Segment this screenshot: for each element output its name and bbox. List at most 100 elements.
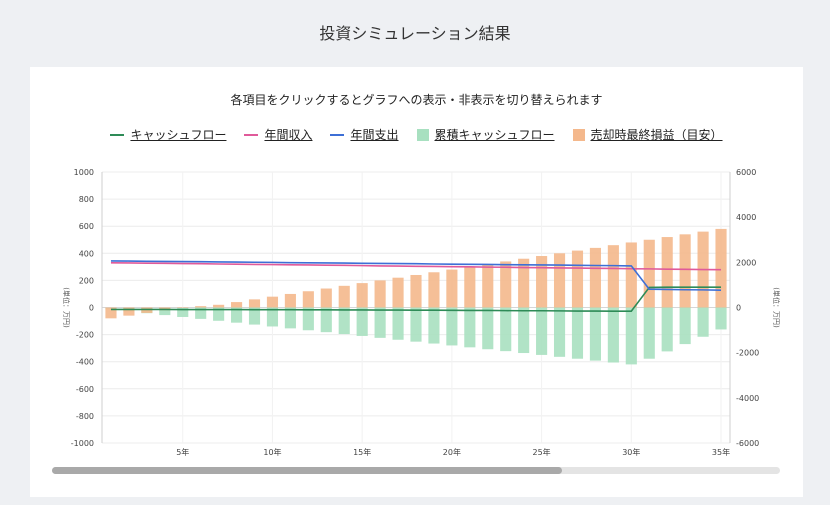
legend-item-cashflow[interactable]: キャッシュフロー	[110, 126, 226, 143]
bar-cumulative-cashflow	[320, 307, 332, 333]
x-tick-label: 30年	[622, 447, 640, 457]
legend-item-annual-income[interactable]: 年間収入	[244, 126, 312, 143]
x-tick-label: 25年	[533, 447, 551, 457]
x-tick-label: 20年	[443, 447, 461, 457]
bar-cumulative-cashflow	[428, 307, 440, 344]
bar-final-profit	[231, 302, 243, 308]
bar-final-profit	[715, 228, 727, 308]
y-right-tick-label: -6000	[736, 439, 759, 448]
bar-final-profit	[338, 285, 350, 308]
y-right-tick-label: -2000	[736, 349, 759, 358]
bar-final-profit	[141, 307, 153, 313]
bar-cumulative-cashflow	[625, 307, 637, 365]
chart-scrollbar-track[interactable]	[52, 467, 780, 474]
bar-final-profit	[320, 288, 332, 308]
page-title: 投資シミュレーション結果	[319, 24, 511, 43]
bar-cumulative-cashflow	[446, 307, 458, 346]
bar-cumulative-cashflow	[697, 307, 709, 337]
bar-final-profit	[248, 299, 261, 308]
bar-final-profit	[464, 266, 476, 308]
bar-cumulative-cashflow	[410, 307, 422, 342]
y-left-tick-label: 1000	[74, 168, 94, 177]
bar-cumulative-cashflow	[661, 307, 673, 352]
bar-final-profit	[446, 269, 458, 308]
bar-final-profit	[661, 237, 673, 308]
y-right-tick-label: 4000	[736, 213, 756, 222]
legend-label-cashflow: キャッシュフロー	[130, 128, 227, 142]
bar-final-profit	[518, 258, 530, 308]
y-right-axis-title: (単位：万円)	[772, 287, 781, 328]
legend-swatch-cumulative-cashflow	[416, 128, 429, 141]
bar-cumulative-cashflow	[500, 307, 512, 352]
y-left-tick-label: -200	[76, 331, 94, 340]
bar-cumulative-cashflow	[338, 307, 350, 335]
bar-cumulative-cashflow	[589, 307, 601, 361]
chart-legend: キャッシュフロー 年間収入 年間支出 累積キャッシュフロー 売却時最終損益（目安…	[30, 126, 803, 143]
x-tick-label: 10年	[263, 447, 281, 457]
bar-final-profit	[589, 247, 601, 308]
legend-swatch-annual-expense	[330, 133, 345, 136]
legend-swatch-final-profit	[572, 128, 585, 141]
bar-final-profit	[195, 306, 207, 308]
chart-card: 1000 800 600 400 200 0 -200 -400 -600 -800 -1000 60…	[30, 67, 803, 497]
legend-label-annual-income: 年間収入	[264, 128, 313, 142]
bar-final-profit	[500, 261, 512, 308]
bar-cumulative-cashflow	[356, 307, 368, 336]
legend-label-annual-expense: 年間支出	[350, 128, 399, 142]
bar-cumulative-cashflow	[679, 307, 691, 345]
legend-item-annual-expense[interactable]: 年間支出	[330, 126, 399, 143]
y-left-tick-label: 600	[79, 222, 94, 231]
y-right-tick-label: -4000	[736, 394, 759, 403]
bar-final-profit	[536, 256, 548, 308]
bar-cumulative-cashflow	[464, 307, 476, 348]
bar-final-profit	[571, 250, 584, 308]
bar-cumulative-cashflow	[536, 307, 548, 355]
bar-cumulative-cashflow	[482, 307, 494, 350]
chart-scrollbar-thumb[interactable]	[52, 467, 562, 474]
legend-label-cumulative-cashflow: 累積キャッシュフロー	[434, 128, 555, 142]
bar-final-profit	[625, 242, 637, 308]
bar-cumulative-cashflow	[374, 307, 386, 338]
y-left-tick-label: -800	[76, 412, 94, 421]
bar-final-profit	[410, 274, 422, 308]
x-tick-label: 5年	[176, 447, 189, 457]
bar-cumulative-cashflow	[607, 307, 619, 363]
y-left-tick-label: -400	[76, 358, 94, 367]
legend-label-final-profit: 売却時最終損益（目安）	[590, 128, 723, 142]
y-left-tick-label: 400	[79, 249, 94, 258]
bar-cumulative-cashflow	[715, 307, 727, 330]
bar-final-profit	[607, 245, 619, 308]
bar-cumulative-cashflow	[643, 307, 655, 359]
y-left-tick-label: -600	[76, 385, 94, 394]
legend-swatch-annual-income	[244, 133, 259, 136]
y-right-tick-label: 2000	[736, 258, 756, 267]
y-left-tick-label: 0	[89, 304, 94, 313]
bar-cumulative-cashflow	[518, 307, 530, 354]
bar-final-profit	[266, 296, 279, 308]
bar-cumulative-cashflow	[571, 307, 584, 359]
bar-cumulative-cashflow	[302, 307, 314, 331]
y-left-tick-label: 200	[79, 276, 94, 285]
x-tick-label: 15年	[353, 447, 371, 457]
y-left-tick-label: -1000	[71, 439, 94, 448]
legend-item-cumulative-cashflow[interactable]: 累積キャッシュフロー	[416, 126, 555, 143]
bar-final-profit	[482, 264, 494, 308]
bar-final-profit	[284, 293, 296, 308]
y-left-axis-title: (単位：万円)	[62, 287, 71, 328]
y-right-tick-label: 0	[736, 304, 741, 313]
chart-subtitle: 各項目をクリックするとグラフへの表示・非表示を切り替えられます	[230, 93, 603, 107]
y-right-tick-label: 6000	[736, 168, 756, 177]
legend-item-final-profit[interactable]: 売却時最終損益（目安）	[572, 126, 723, 143]
bar-final-profit	[643, 239, 655, 308]
y-left-tick-label: 800	[79, 195, 94, 204]
bar-final-profit	[374, 280, 386, 308]
bar-cumulative-cashflow	[284, 307, 296, 329]
bar-final-profit	[553, 253, 566, 308]
bar-final-profit	[356, 283, 368, 308]
bar-final-profit	[177, 307, 189, 308]
bar-cumulative-cashflow	[392, 307, 404, 340]
x-tick-label: 35年	[712, 447, 730, 457]
bar-cumulative-cashflow	[553, 307, 566, 357]
bar-final-profit	[679, 234, 691, 308]
bar-final-profit	[302, 291, 314, 308]
